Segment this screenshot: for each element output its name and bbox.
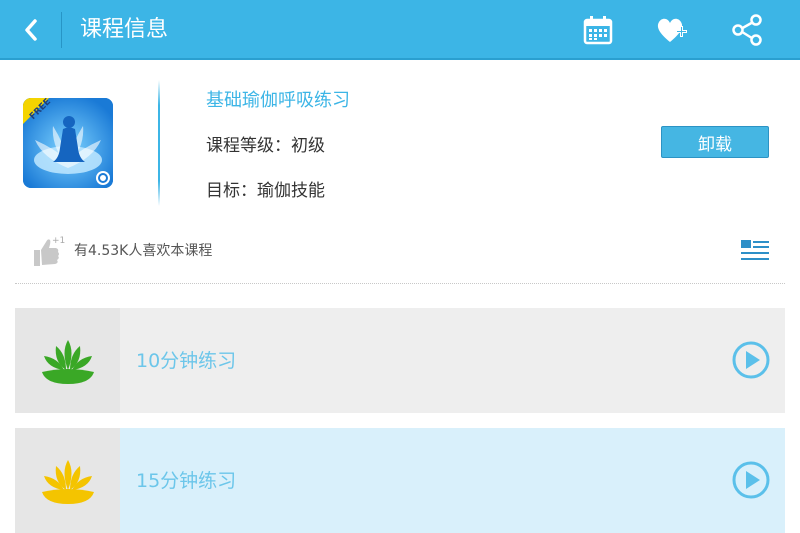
course-thumbnail: FREE bbox=[23, 98, 113, 188]
info-divider bbox=[158, 80, 160, 206]
yoga-breathing-icon: FREE bbox=[23, 98, 113, 188]
session-thumbnail bbox=[15, 428, 120, 533]
chevron-left-icon bbox=[25, 19, 37, 41]
plus-one-label: +1 bbox=[52, 236, 65, 246]
share-button[interactable] bbox=[729, 12, 765, 48]
page-title: 课程信息 bbox=[80, 17, 169, 42]
list-view-button[interactable] bbox=[740, 238, 770, 264]
session-thumbnail bbox=[15, 308, 120, 413]
favorite-button[interactable] bbox=[654, 12, 690, 48]
uninstall-button[interactable]: 卸载 bbox=[661, 126, 769, 158]
play-button[interactable] bbox=[731, 460, 771, 500]
lotus-green-icon bbox=[41, 339, 94, 384]
share-icon bbox=[732, 14, 762, 46]
thumbs-up-icon: +1 bbox=[34, 236, 65, 266]
app-header: 课程信息 bbox=[0, 0, 800, 60]
calendar-button[interactable] bbox=[580, 12, 616, 48]
lotus-yellow-icon bbox=[41, 459, 94, 504]
likes-count-text: 有4.53K人喜欢本课程 bbox=[74, 243, 213, 259]
list-icon bbox=[741, 240, 769, 260]
session-item[interactable]: 10分钟练习 bbox=[15, 308, 785, 413]
course-level: 课程等级：初级 bbox=[206, 136, 325, 156]
section-divider bbox=[15, 283, 785, 284]
session-item[interactable]: 15分钟练习 bbox=[15, 428, 785, 533]
like-button[interactable]: +1 bbox=[30, 234, 70, 268]
calendar-icon bbox=[583, 16, 613, 45]
back-button[interactable] bbox=[14, 14, 48, 46]
play-icon bbox=[732, 341, 770, 379]
course-name: 基础瑜伽呼吸练习 bbox=[206, 90, 350, 111]
course-goal: 目标：瑜伽技能 bbox=[206, 181, 325, 201]
play-button[interactable] bbox=[731, 340, 771, 380]
header-divider bbox=[61, 12, 62, 48]
heart-plus-icon bbox=[657, 18, 687, 42]
play-icon bbox=[732, 461, 770, 499]
session-label: 10分钟练习 bbox=[136, 350, 237, 372]
